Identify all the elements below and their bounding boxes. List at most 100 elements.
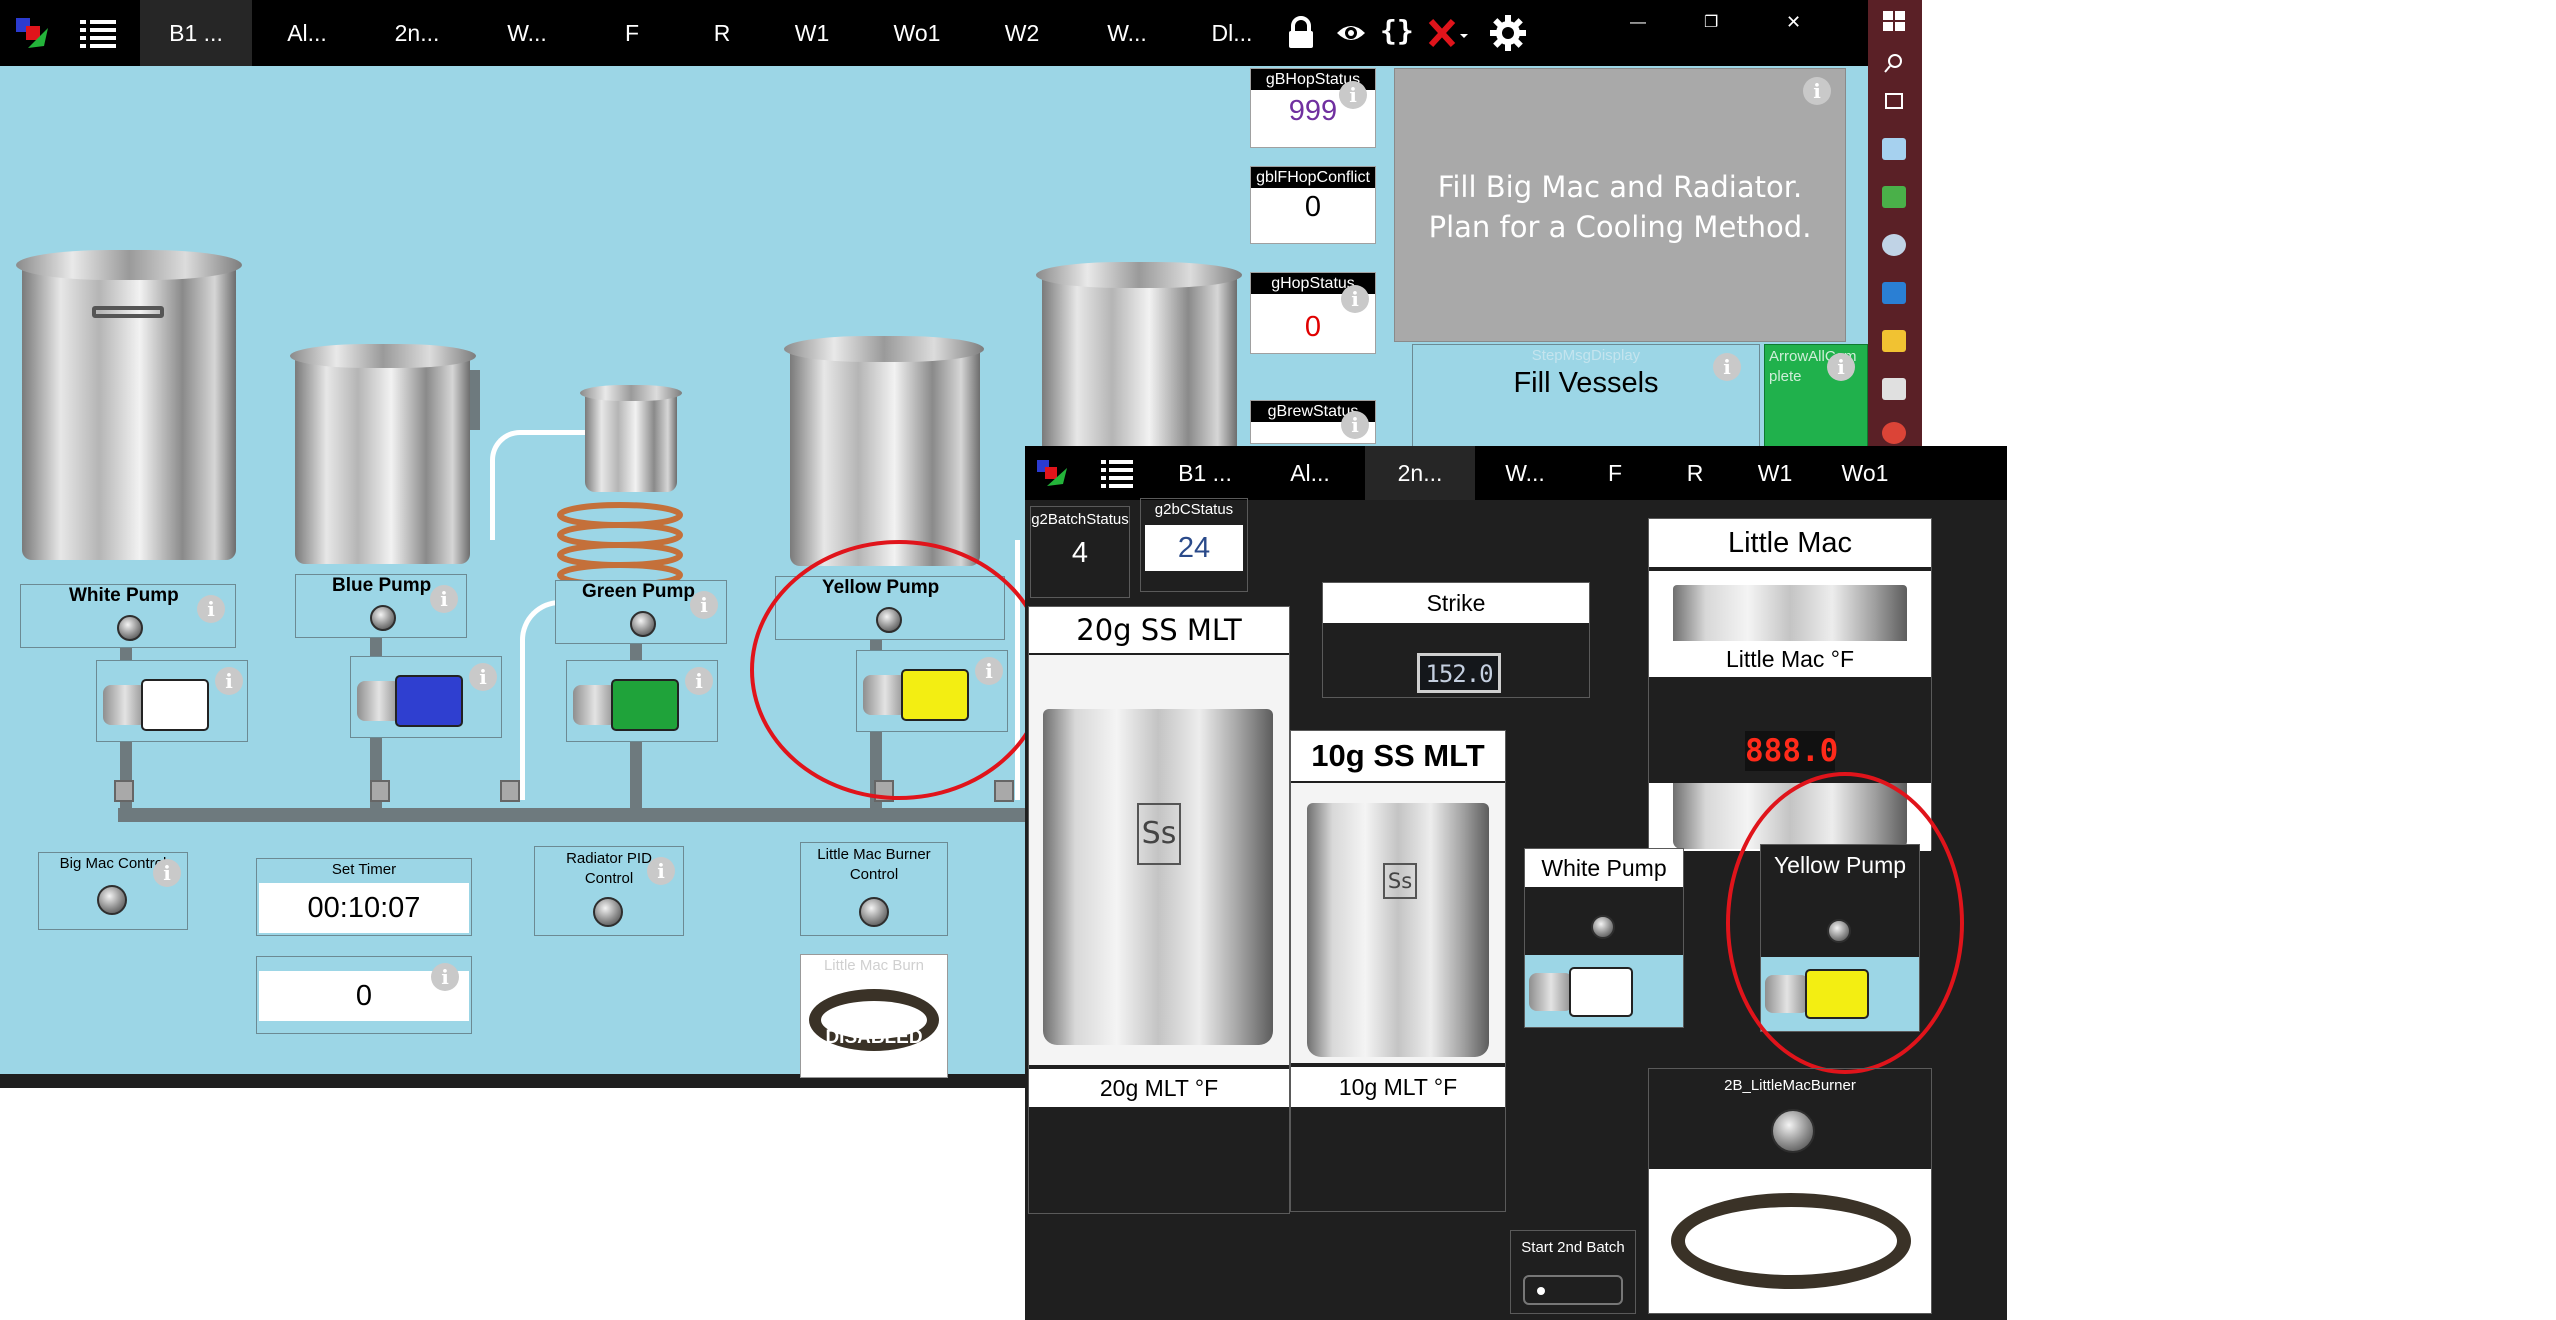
pump-head: [1529, 973, 1573, 1011]
start-2nd-batch-toggle[interactable]: [1523, 1275, 1623, 1305]
var-gbrewstatus[interactable]: gBrewStatus i: [1250, 400, 1376, 444]
tab-5[interactable]: R: [1655, 446, 1735, 500]
tab-0[interactable]: B1 ...: [1155, 446, 1255, 500]
white-pump-panel[interactable]: White Pump i: [20, 584, 236, 648]
tab-1[interactable]: Al...: [1255, 446, 1365, 500]
g2-batch-status-label: g2BatchStatus: [1031, 511, 1129, 528]
little-mac-burner-led[interactable]: [859, 897, 889, 927]
radiator-pid-panel[interactable]: Radiator PID Control i: [534, 846, 684, 936]
tab-1[interactable]: Al...: [252, 0, 362, 66]
photos-icon[interactable]: [1882, 378, 1906, 400]
counter-panel[interactable]: 0 i: [256, 956, 472, 1034]
close-x-icon[interactable]: [1428, 18, 1470, 48]
info-icon[interactable]: i: [1803, 77, 1831, 105]
white-pump-led[interactable]: [117, 615, 143, 641]
tab-8[interactable]: W2: [972, 0, 1072, 66]
tab-7[interactable]: Wo1: [862, 0, 972, 66]
tab-0[interactable]: B1 ...: [140, 0, 252, 66]
lock-icon[interactable]: [1286, 16, 1316, 50]
menu-icon[interactable]: [80, 18, 116, 48]
info-icon[interactable]: i: [197, 595, 225, 623]
little-mac-burner-image-panel[interactable]: Little Mac Burn DISABLED: [800, 954, 948, 1078]
tab-3[interactable]: W...: [1475, 446, 1575, 500]
info-icon[interactable]: i: [690, 591, 718, 619]
green-pump-led[interactable]: [630, 611, 656, 637]
info-icon[interactable]: i: [469, 663, 497, 691]
mlt20-title: 20g SS MLT: [1029, 607, 1289, 653]
blue-pump-led[interactable]: [370, 605, 396, 631]
search-icon[interactable]: [1882, 52, 1906, 74]
little-mac-burner-control-panel[interactable]: Little Mac Burner Control: [800, 842, 948, 936]
var-ghopstatus[interactable]: gHopStatus 0 i: [1250, 272, 1376, 354]
white-pump-image-panel[interactable]: i: [96, 660, 248, 742]
green-pump-image-panel[interactable]: i: [566, 660, 718, 742]
windows-icon[interactable]: [1882, 10, 1906, 32]
eye-icon[interactable]: [1336, 20, 1366, 46]
braces-icon[interactable]: {}: [1380, 14, 1416, 50]
tab-5[interactable]: R: [682, 0, 762, 66]
big-mac-control-panel[interactable]: Big Mac Control i: [38, 852, 188, 930]
menu-icon[interactable]: [1101, 458, 1133, 488]
mlt20-temp-label: 20g MLT °F: [1029, 1069, 1289, 1107]
second-white-pump-image: [1525, 955, 1683, 1027]
tab-4[interactable]: F: [582, 0, 682, 66]
big-mac-handle: [92, 306, 164, 318]
disabled-text: DISABLED: [825, 1027, 923, 1048]
mlt20-kettle: [1043, 709, 1273, 1045]
info-icon[interactable]: i: [647, 857, 675, 885]
blue-kettle: [295, 354, 470, 564]
mlt10-kettle: [1307, 803, 1489, 1057]
blue-pump-panel[interactable]: Blue Pump i: [295, 574, 467, 638]
info-icon[interactable]: i: [1341, 285, 1369, 313]
file-explorer-icon[interactable]: [1882, 330, 1906, 352]
info-icon[interactable]: i: [1713, 353, 1741, 381]
gear-icon[interactable]: [1490, 15, 1526, 51]
close-icon[interactable]: ✕: [1786, 12, 1816, 42]
var-gblfhopconflict[interactable]: gblFHopConflict 0: [1250, 166, 1376, 244]
tab-4[interactable]: F: [1575, 446, 1655, 500]
set-timer-value[interactable]: 00:10:07: [259, 883, 469, 933]
var-title: gblFHopConflict: [1251, 167, 1375, 188]
radiator-pid-led[interactable]: [593, 897, 623, 927]
info-icon[interactable]: i: [1827, 353, 1855, 381]
tab-9[interactable]: W...: [1072, 0, 1182, 66]
little-mac-temp-label: Little Mac °F: [1649, 641, 1931, 677]
info-icon[interactable]: i: [431, 963, 459, 991]
restore-icon[interactable]: ❐: [1704, 12, 1734, 42]
big-mac-control-led[interactable]: [97, 885, 127, 915]
g2-batch-status-box[interactable]: g2BatchStatus 4: [1030, 506, 1130, 598]
info-icon[interactable]: i: [153, 859, 181, 887]
info-icon[interactable]: i: [215, 667, 243, 695]
g2bc-status-box[interactable]: g2bCStatus 24: [1140, 498, 1248, 592]
paint-icon[interactable]: [1882, 234, 1906, 256]
tab-6[interactable]: W1: [762, 0, 862, 66]
tab-3[interactable]: W...: [472, 0, 582, 66]
burner-panel[interactable]: 2B_LittleMacBurner: [1648, 1068, 1932, 1314]
tab-7[interactable]: Wo1: [1815, 446, 1915, 500]
tab-10[interactable]: Dl...: [1182, 0, 1282, 66]
blue-pump-image-panel[interactable]: i: [350, 656, 502, 738]
notepad-icon[interactable]: [1882, 138, 1906, 160]
info-icon[interactable]: i: [1341, 411, 1369, 439]
var-value: 0: [1304, 191, 1322, 223]
second-white-pump-panel[interactable]: White Pump: [1524, 848, 1684, 1028]
second-white-pump-led[interactable]: [1591, 915, 1615, 939]
pump-motor: [141, 679, 209, 731]
visual-studio-icon[interactable]: [1882, 282, 1906, 304]
info-icon[interactable]: i: [685, 667, 713, 695]
editor-icon[interactable]: [1882, 186, 1906, 208]
var-gbhopstatus[interactable]: gBHopStatus 999 i: [1250, 68, 1376, 148]
green-pump-panel[interactable]: Green Pump i: [555, 580, 727, 644]
task-view-icon[interactable]: [1882, 90, 1906, 112]
burner-led[interactable]: [1771, 1109, 1815, 1153]
tab-2[interactable]: 2n...: [362, 0, 472, 66]
tab-2[interactable]: 2n...: [1365, 446, 1475, 500]
info-icon[interactable]: i: [430, 585, 458, 613]
set-timer-panel[interactable]: Set Timer 00:10:07: [256, 858, 472, 936]
valve-5: [994, 780, 1014, 802]
minimize-icon[interactable]: —: [1630, 14, 1660, 44]
chrome-icon[interactable]: [1882, 422, 1906, 444]
info-icon[interactable]: i: [1339, 81, 1367, 109]
tab-6[interactable]: W1: [1735, 446, 1815, 500]
start-2nd-batch-panel[interactable]: Start 2nd Batch: [1510, 1230, 1636, 1314]
